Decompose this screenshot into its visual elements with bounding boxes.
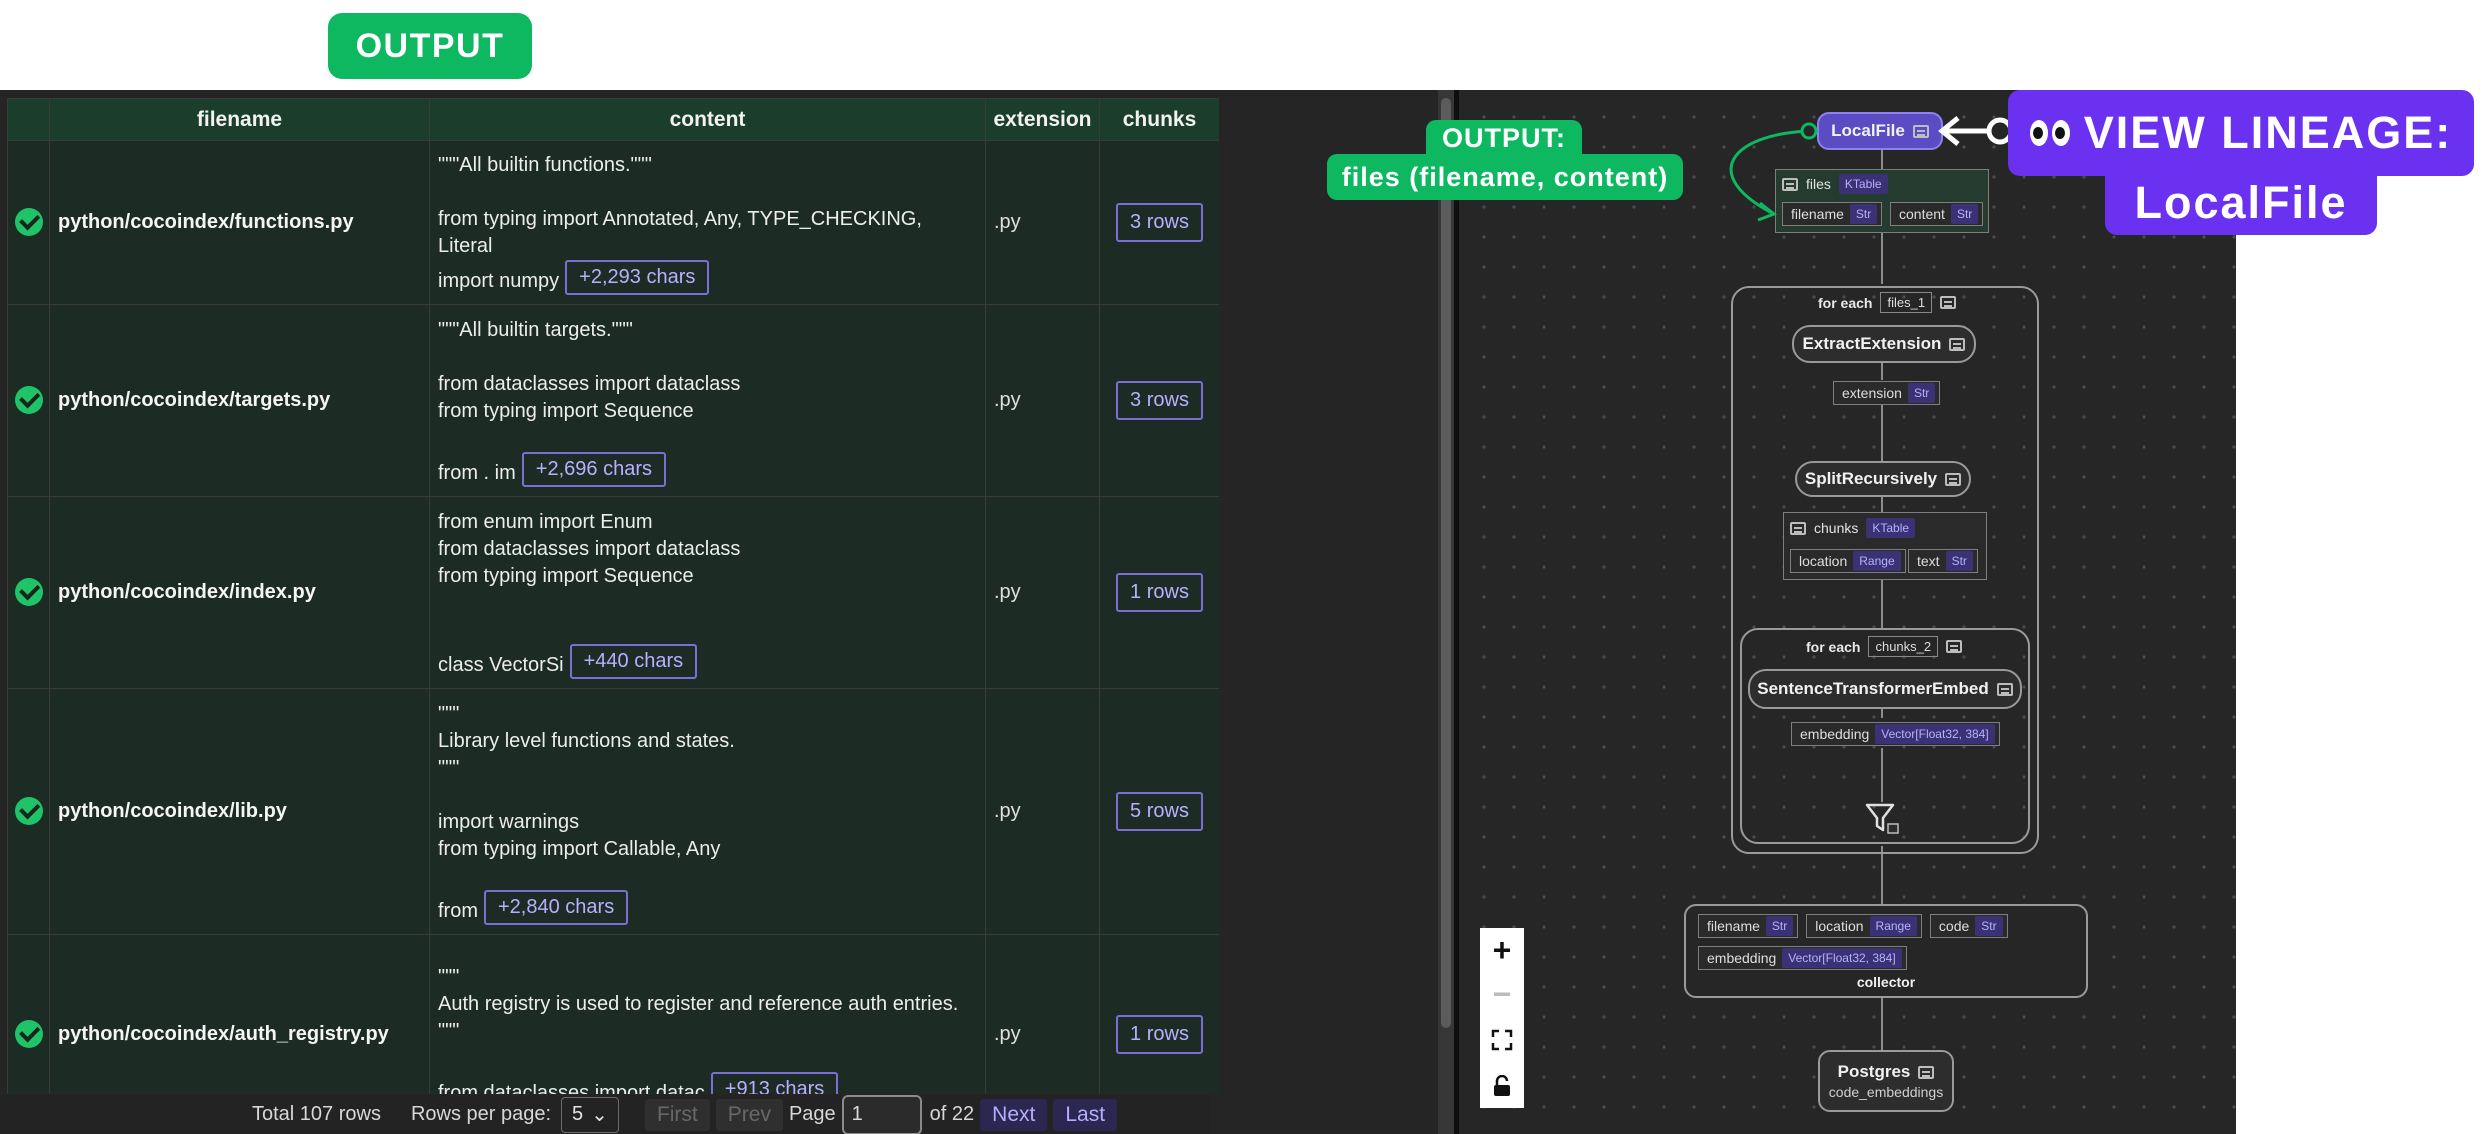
output-callout-title: OUTPUT:	[1426, 120, 1582, 156]
output-arrow-dot	[1800, 122, 1818, 140]
view-lineage-source: LocalFile	[2105, 170, 2377, 235]
view-lineage-text: VIEW LINEAGE:	[2083, 107, 2453, 158]
output-callout-desc: files (filename, content)	[1327, 154, 1683, 200]
eyes-icon	[2029, 120, 2070, 146]
output-arrow	[1729, 129, 1809, 215]
view-lineage-callout: VIEW LINEAGE: LocalFile	[2008, 90, 2474, 235]
output-callout: OUTPUT: files (filename, content)	[1327, 120, 1683, 200]
view-lineage-title: VIEW LINEAGE:	[2008, 90, 2474, 176]
